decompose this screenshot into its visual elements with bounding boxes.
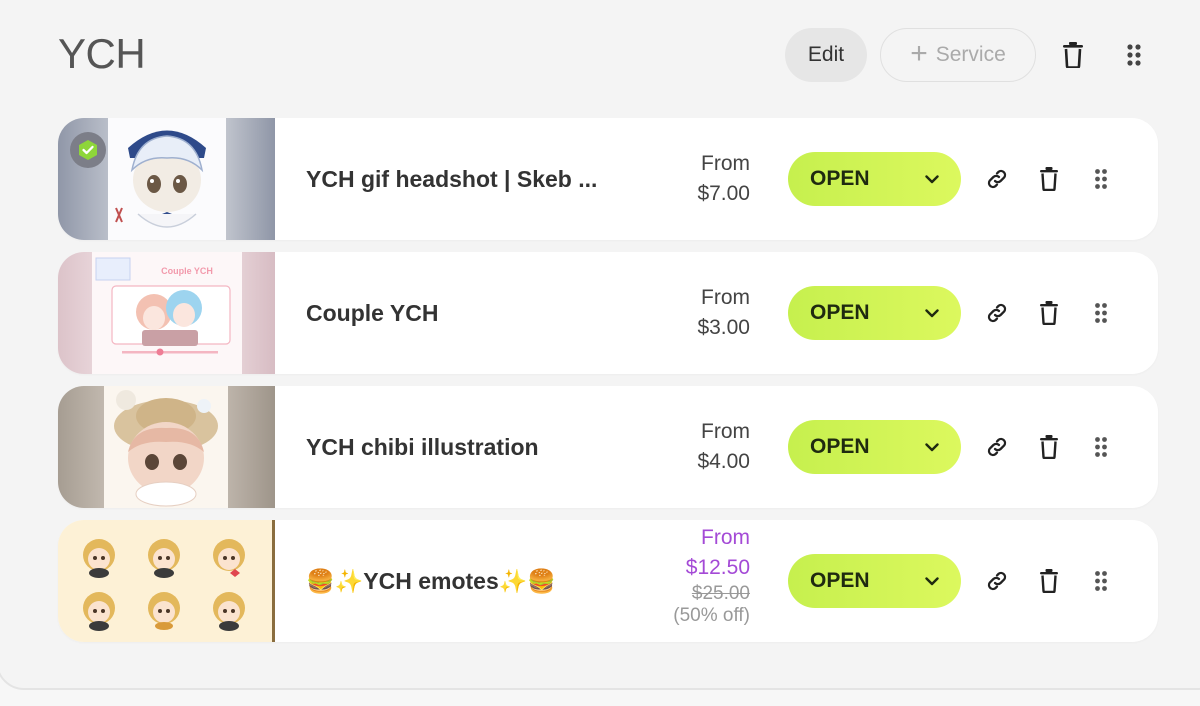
delete-section-trash-icon[interactable] — [1058, 40, 1088, 70]
status-dropdown[interactable]: OPEN — [788, 420, 961, 474]
price-prefix: From — [701, 152, 750, 175]
price-amount: $3.00 — [697, 316, 750, 339]
link-icon[interactable] — [982, 566, 1012, 596]
section-title: YCH — [58, 30, 146, 77]
drag-handle-icon[interactable] — [1086, 432, 1116, 462]
service-price: From $4.00 — [697, 417, 750, 477]
price-amount: $7.00 — [697, 182, 750, 205]
discount-label: (50% off) — [673, 605, 750, 626]
price-amount: $4.00 — [697, 450, 750, 473]
drag-handle-icon[interactable] — [1086, 566, 1116, 596]
service-price: From $3.00 — [697, 283, 750, 343]
service-thumbnail — [58, 520, 275, 642]
add-service-button[interactable]: + Service — [880, 28, 1036, 82]
service-price: From $7.00 — [697, 149, 750, 209]
price-amount: $12.50 — [685, 556, 750, 579]
drag-handle-icon[interactable] — [1086, 298, 1116, 328]
chevron-down-icon — [925, 442, 939, 451]
service-title[interactable]: YCH gif headshot | Skeb ... — [306, 118, 597, 240]
trash-icon[interactable] — [1034, 432, 1064, 462]
status-label: OPEN — [810, 569, 870, 592]
status-dropdown[interactable]: OPEN — [788, 554, 961, 608]
service-title[interactable]: 🍔✨YCH emotes✨🍔 — [306, 520, 556, 642]
price-prefix: From — [701, 286, 750, 309]
verified-check-icon — [70, 132, 106, 168]
service-price: From $12.50 $25.00 (50% off) — [673, 523, 750, 627]
status-label: OPEN — [810, 301, 870, 324]
service-thumbnail: Couple YCH — [58, 252, 275, 374]
service-title[interactable]: YCH chibi illustration — [306, 386, 539, 508]
status-dropdown[interactable]: OPEN — [788, 286, 961, 340]
service-thumbnail — [58, 118, 275, 240]
edit-button[interactable]: Edit — [785, 28, 867, 82]
link-icon[interactable] — [982, 432, 1012, 462]
chevron-down-icon — [925, 308, 939, 317]
status-dropdown[interactable]: OPEN — [788, 152, 961, 206]
trash-icon[interactable] — [1034, 164, 1064, 194]
link-icon[interactable] — [982, 298, 1012, 328]
service-row[interactable]: 🍔✨YCH emotes✨🍔 From $12.50 $25.00 (50% o… — [58, 520, 1158, 642]
thumb-caption: Couple YCH — [161, 266, 213, 276]
link-icon[interactable] — [982, 164, 1012, 194]
chevron-down-icon — [925, 174, 939, 183]
price-prefix: From — [701, 526, 750, 549]
trash-icon[interactable] — [1034, 298, 1064, 328]
add-service-label: Service — [935, 43, 1006, 66]
service-row[interactable]: YCH gif headshot | Skeb ... From $7.00 O… — [58, 118, 1158, 240]
service-title[interactable]: Couple YCH — [306, 252, 438, 374]
drag-handle-icon[interactable] — [1119, 40, 1149, 70]
plus-icon: + — [910, 36, 928, 70]
status-label: OPEN — [810, 435, 870, 458]
price-prefix: From — [701, 420, 750, 443]
status-label: OPEN — [810, 167, 870, 190]
service-thumbnail — [58, 386, 275, 508]
trash-icon[interactable] — [1034, 566, 1064, 596]
chevron-down-icon — [925, 576, 939, 585]
original-price: $25.00 — [691, 583, 750, 604]
service-row[interactable]: Couple YCH Couple YCH From $3.00 OPEN — [58, 252, 1158, 374]
service-row[interactable]: YCH chibi illustration From $4.00 OPEN — [58, 386, 1158, 508]
drag-handle-icon[interactable] — [1086, 164, 1116, 194]
